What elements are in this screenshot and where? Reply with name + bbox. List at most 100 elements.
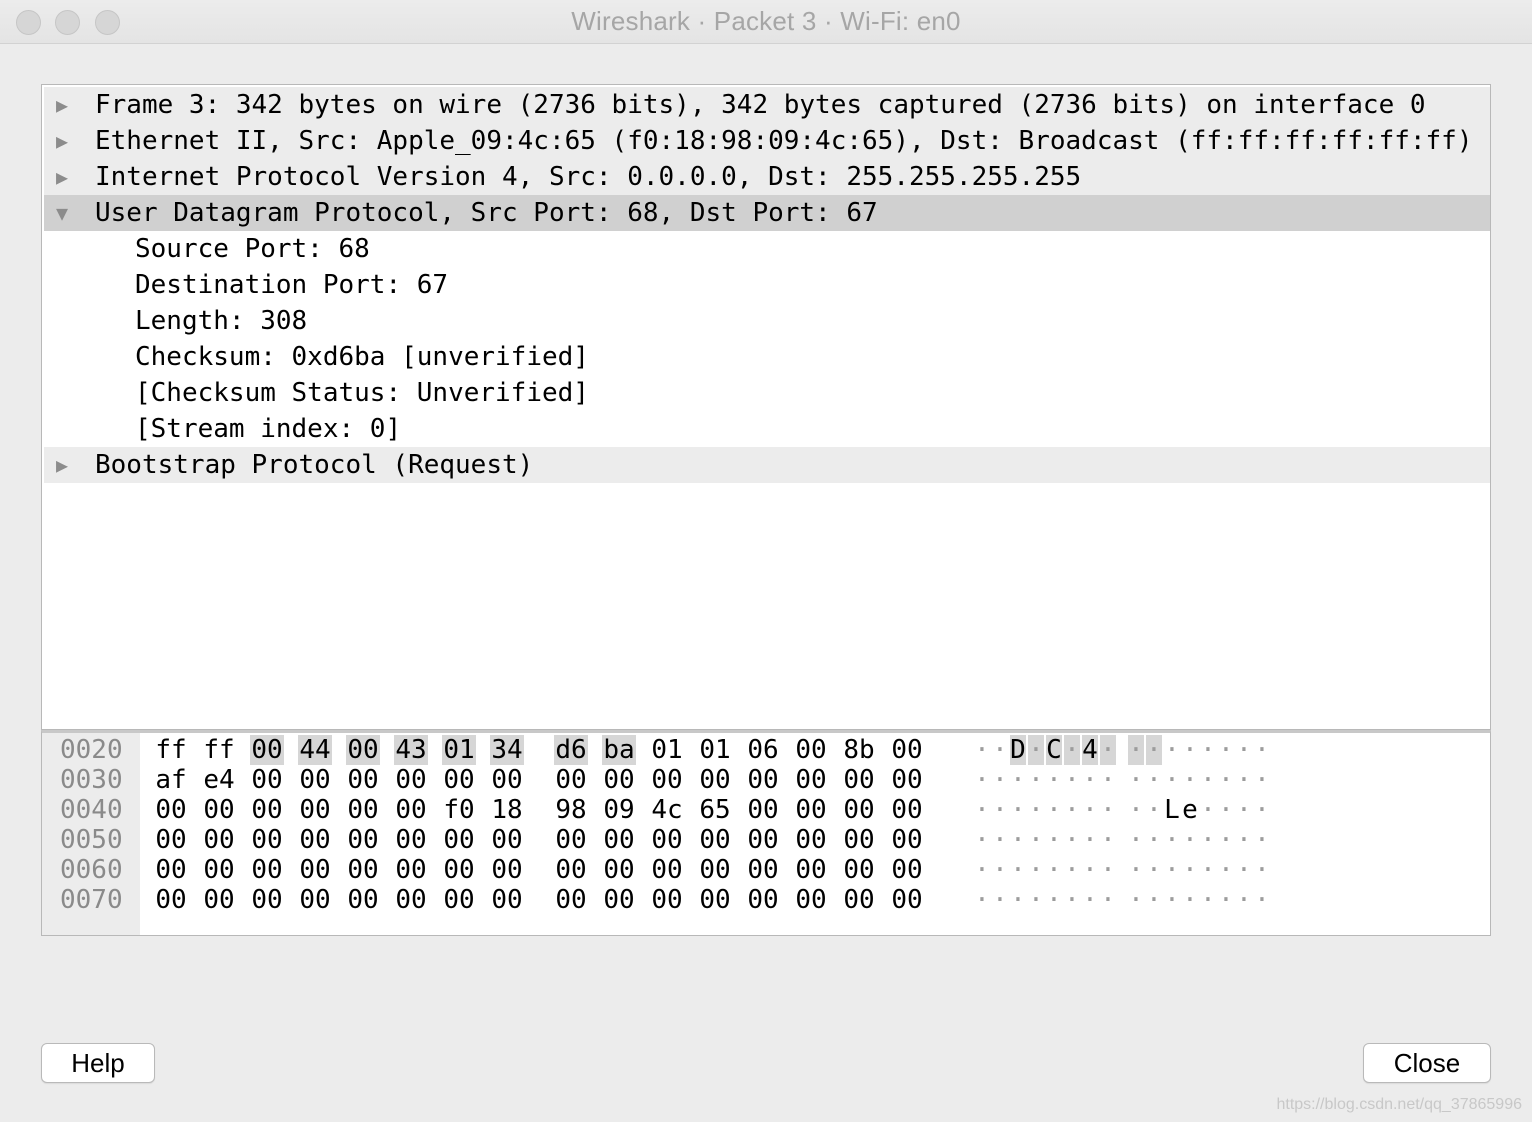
hex-byte[interactable]: 00 bbox=[650, 765, 684, 795]
ascii-char[interactable]: · bbox=[1146, 825, 1162, 855]
hex-byte[interactable]: 00 bbox=[250, 825, 284, 855]
ascii-char[interactable]: · bbox=[992, 795, 1008, 825]
hex-byte[interactable]: 06 bbox=[746, 735, 780, 765]
ascii-char[interactable]: · bbox=[1010, 765, 1026, 795]
ascii-char[interactable]: · bbox=[1146, 795, 1162, 825]
hex-byte[interactable]: 00 bbox=[554, 765, 588, 795]
ascii-char[interactable]: · bbox=[1146, 855, 1162, 885]
hex-byte[interactable]: 01 bbox=[698, 735, 732, 765]
hex-byte[interactable]: 00 bbox=[202, 885, 236, 915]
ascii-char[interactable]: · bbox=[1082, 795, 1098, 825]
hex-byte[interactable]: 43 bbox=[394, 735, 428, 765]
hex-byte[interactable]: 00 bbox=[890, 885, 924, 915]
ascii-char[interactable]: · bbox=[1046, 825, 1062, 855]
disclosure-right-icon[interactable]: ▶ bbox=[56, 159, 76, 195]
hex-byte[interactable]: 00 bbox=[794, 885, 828, 915]
ascii-char[interactable]: · bbox=[1082, 855, 1098, 885]
tree-row-length[interactable]: Length: 308 bbox=[44, 303, 1490, 339]
ascii-char[interactable]: · bbox=[1164, 735, 1180, 765]
ascii-char[interactable]: · bbox=[1254, 825, 1270, 855]
hex-byte[interactable]: 00 bbox=[154, 855, 188, 885]
hex-byte[interactable]: 00 bbox=[346, 855, 380, 885]
hex-byte[interactable]: 00 bbox=[442, 885, 476, 915]
ascii-char[interactable]: · bbox=[1082, 825, 1098, 855]
ascii-char[interactable]: · bbox=[1254, 855, 1270, 885]
ascii-char[interactable]: · bbox=[1100, 885, 1116, 915]
hex-byte[interactable]: 00 bbox=[890, 735, 924, 765]
hex-byte[interactable]: 00 bbox=[346, 825, 380, 855]
hex-byte[interactable]: f0 bbox=[442, 795, 476, 825]
disclosure-right-icon[interactable]: ▶ bbox=[56, 123, 76, 159]
ascii-char[interactable]: · bbox=[974, 795, 990, 825]
hex-byte[interactable]: 00 bbox=[794, 855, 828, 885]
hex-byte[interactable]: 00 bbox=[698, 885, 732, 915]
hex-byte[interactable]: 00 bbox=[890, 795, 924, 825]
ascii-char[interactable]: · bbox=[992, 825, 1008, 855]
ascii-char[interactable]: · bbox=[1028, 885, 1044, 915]
ascii-char[interactable]: · bbox=[1100, 765, 1116, 795]
hex-byte[interactable]: 34 bbox=[490, 735, 524, 765]
tree-row-source-port[interactable]: Source Port: 68 bbox=[44, 231, 1490, 267]
hex-byte[interactable]: 00 bbox=[554, 825, 588, 855]
ascii-char[interactable]: · bbox=[974, 855, 990, 885]
ascii-char[interactable]: · bbox=[1100, 795, 1116, 825]
hex-byte[interactable]: 00 bbox=[794, 735, 828, 765]
hex-byte[interactable]: 00 bbox=[298, 855, 332, 885]
hex-byte[interactable]: 00 bbox=[298, 825, 332, 855]
hex-byte[interactable]: 00 bbox=[346, 885, 380, 915]
ascii-char[interactable]: · bbox=[1028, 855, 1044, 885]
ascii-char[interactable]: · bbox=[1064, 765, 1080, 795]
hex-byte[interactable]: 00 bbox=[394, 765, 428, 795]
hex-byte[interactable]: 00 bbox=[442, 825, 476, 855]
hex-byte[interactable]: 00 bbox=[602, 855, 636, 885]
hex-byte[interactable]: 00 bbox=[746, 855, 780, 885]
hex-byte[interactable]: 00 bbox=[250, 795, 284, 825]
hex-byte[interactable]: 18 bbox=[490, 795, 524, 825]
hex-byte[interactable]: 00 bbox=[202, 855, 236, 885]
ascii-char[interactable]: · bbox=[1064, 735, 1080, 765]
hex-byte[interactable]: 00 bbox=[698, 765, 732, 795]
tree-row-destination-port[interactable]: Destination Port: 67 bbox=[44, 267, 1490, 303]
ascii-char[interactable]: · bbox=[1200, 735, 1216, 765]
hex-byte[interactable]: 00 bbox=[154, 825, 188, 855]
ascii-char[interactable]: · bbox=[1064, 825, 1080, 855]
hex-byte[interactable]: 00 bbox=[154, 885, 188, 915]
tree-row-checksum[interactable]: Checksum: 0xd6ba [unverified] bbox=[44, 339, 1490, 375]
hex-byte[interactable]: 00 bbox=[394, 825, 428, 855]
ascii-char[interactable]: · bbox=[992, 735, 1008, 765]
ascii-char[interactable]: · bbox=[1182, 855, 1198, 885]
ascii-char[interactable]: · bbox=[1128, 885, 1144, 915]
ascii-char[interactable]: · bbox=[1046, 855, 1062, 885]
hex-byte[interactable]: 00 bbox=[650, 885, 684, 915]
tree-row-checksum-status[interactable]: [Checksum Status: Unverified] bbox=[44, 375, 1490, 411]
hex-byte[interactable]: 00 bbox=[650, 855, 684, 885]
hex-byte[interactable]: ba bbox=[602, 735, 636, 765]
ascii-char[interactable]: · bbox=[1164, 825, 1180, 855]
tree-row-ethernet[interactable]: ▶ Ethernet II, Src: Apple_09:4c:65 (f0:1… bbox=[44, 123, 1490, 159]
ascii-char[interactable]: · bbox=[1254, 885, 1270, 915]
hex-byte[interactable]: 00 bbox=[698, 825, 732, 855]
ascii-char[interactable]: · bbox=[1064, 795, 1080, 825]
hex-byte[interactable]: 00 bbox=[442, 855, 476, 885]
ascii-char[interactable]: D bbox=[1010, 735, 1026, 765]
hex-byte[interactable]: 00 bbox=[842, 855, 876, 885]
hex-byte[interactable]: 00 bbox=[554, 885, 588, 915]
hex-byte[interactable]: 01 bbox=[650, 735, 684, 765]
ascii-char[interactable]: · bbox=[1128, 735, 1144, 765]
ascii-char[interactable]: · bbox=[1182, 885, 1198, 915]
disclosure-down-icon[interactable]: ▼ bbox=[56, 195, 76, 231]
ascii-char[interactable]: · bbox=[1010, 855, 1026, 885]
hex-byte[interactable]: 09 bbox=[602, 795, 636, 825]
hex-byte[interactable]: 00 bbox=[602, 885, 636, 915]
ascii-char[interactable]: · bbox=[1028, 765, 1044, 795]
ascii-char[interactable]: · bbox=[992, 765, 1008, 795]
ascii-char[interactable]: · bbox=[1046, 765, 1062, 795]
ascii-char[interactable]: · bbox=[1046, 885, 1062, 915]
ascii-char[interactable]: · bbox=[1028, 735, 1044, 765]
hex-byte[interactable]: 00 bbox=[394, 795, 428, 825]
ascii-char[interactable]: · bbox=[1046, 795, 1062, 825]
ascii-char[interactable]: · bbox=[1164, 885, 1180, 915]
ascii-char[interactable]: · bbox=[1100, 825, 1116, 855]
ascii-char[interactable]: · bbox=[1064, 885, 1080, 915]
ascii-char[interactable]: · bbox=[1010, 795, 1026, 825]
